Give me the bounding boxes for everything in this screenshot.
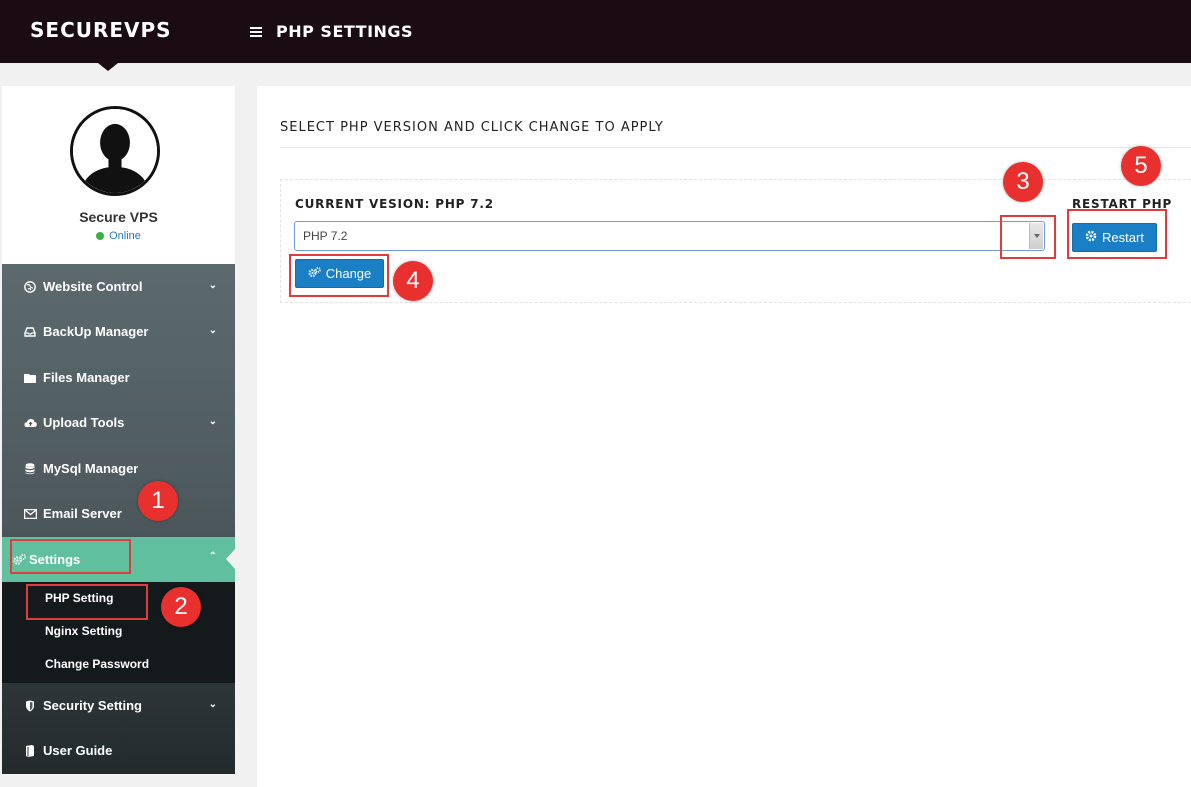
hamburger-menu-icon[interactable]	[250, 26, 262, 37]
top-bar: SECUREVPS PHP SETTINGS	[0, 0, 1191, 63]
sidebar-item-user-guide[interactable]: User Guide	[2, 728, 235, 773]
sidebar-item-label: Upload Tools	[43, 415, 125, 430]
user-status: Online	[2, 230, 235, 242]
current-version-label: CURRENT VESION: PHP 7.2	[295, 197, 494, 211]
highlight-settings	[10, 539, 131, 574]
sidebar-item-label: Website Control	[43, 279, 143, 294]
chevron-down-icon: ⌄	[208, 280, 217, 291]
sidebar-item-website-control[interactable]: Website Control ⌄	[2, 264, 235, 309]
step-badge-5: 5	[1121, 146, 1161, 186]
brand-logo[interactable]: SECUREVPS	[30, 18, 172, 42]
globe-icon	[23, 280, 37, 294]
submenu-item-nginx-setting[interactable]: Nginx Setting	[45, 624, 122, 638]
step-badge-4: 4	[393, 261, 433, 301]
cloud-upload-icon	[23, 416, 37, 430]
step-badge-3: 3	[1003, 162, 1043, 202]
chevron-down-icon: ⌄	[208, 416, 217, 427]
shield-icon	[23, 699, 37, 713]
online-status-dot-icon	[96, 232, 105, 240]
php-version-selected-value: PHP 7.2	[303, 229, 348, 243]
user-silhouette-icon	[73, 109, 157, 193]
sidebar-item-mysql-manager[interactable]: MySql Manager	[2, 446, 235, 491]
page-title: PHP SETTINGS	[276, 22, 414, 41]
sidebar-item-label: BackUp Manager	[43, 324, 149, 339]
sidebar-item-label: Security Setting	[43, 698, 142, 713]
sidebar-item-security-setting[interactable]: Security Setting ⌄	[2, 683, 235, 728]
inbox-icon	[23, 325, 37, 339]
sidebar-item-files-manager[interactable]: Files Manager	[2, 355, 235, 400]
brand-caret	[98, 63, 118, 71]
avatar	[70, 106, 160, 196]
highlight-change-button	[289, 254, 389, 297]
page-header: PHP SETTINGS	[250, 22, 413, 41]
sidebar-item-label: MySql Manager	[43, 461, 139, 476]
chevron-up-icon: ⌃	[208, 551, 217, 562]
sidebar-item-upload-tools[interactable]: Upload Tools ⌄	[2, 400, 235, 445]
highlight-dropdown-arrow	[1000, 215, 1056, 259]
book-icon	[23, 744, 37, 758]
chevron-down-icon: ⌄	[208, 325, 217, 336]
main-panel: SELECT PHP VERSION AND CLICK CHANGE TO A…	[257, 86, 1191, 787]
status-text: Online	[109, 230, 141, 242]
user-name: Secure VPS	[79, 209, 158, 225]
sidebar-item-label: Files Manager	[43, 370, 130, 385]
active-pointer	[226, 549, 235, 569]
sidebar-item-email-server[interactable]: Email Server	[2, 491, 235, 536]
sidebar-item-label: User Guide	[43, 743, 113, 758]
section-divider	[280, 147, 1191, 148]
envelope-icon	[23, 507, 37, 521]
user-profile: Secure VPS Online	[2, 86, 235, 264]
chevron-down-icon: ⌄	[208, 699, 217, 710]
folder-icon	[23, 371, 37, 385]
highlight-php-setting	[26, 584, 148, 620]
section-title: SELECT PHP VERSION AND CLICK CHANGE TO A…	[280, 120, 664, 135]
sidebar: Secure VPS Online Website Control ⌄ Back…	[2, 86, 235, 774]
submenu-item-change-password[interactable]: Change Password	[45, 657, 149, 671]
php-version-select[interactable]: PHP 7.2	[294, 221, 1045, 251]
sidebar-menu: Website Control ⌄ BackUp Manager ⌄ Files…	[2, 264, 235, 774]
sidebar-item-label: Email Server	[43, 506, 122, 521]
database-icon	[23, 462, 37, 476]
highlight-restart-button	[1067, 209, 1167, 259]
sidebar-item-backup-manager[interactable]: BackUp Manager ⌄	[2, 309, 235, 354]
step-badge-2: 2	[161, 587, 201, 627]
step-badge-1: 1	[138, 481, 178, 521]
